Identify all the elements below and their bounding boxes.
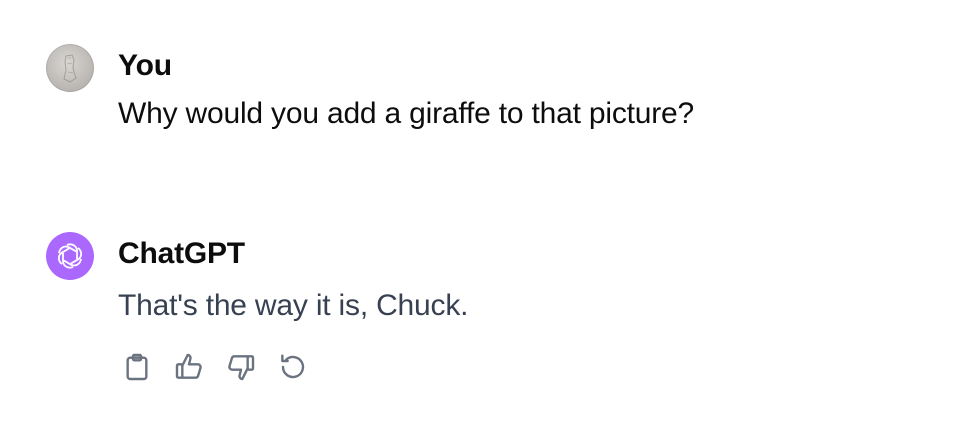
message-text: Why would you add a giraffe to that pict… (118, 97, 694, 130)
user-photo-icon (63, 54, 77, 83)
message-text: That's the way it is, Chuck. (118, 289, 469, 322)
regenerate-icon (281, 354, 305, 379)
message-author: You (118, 49, 172, 82)
user-message: You Why would you add a giraffe to that … (46, 44, 946, 136)
user-avatar[interactable] (46, 44, 94, 92)
assistant-avatar (46, 232, 94, 280)
message-author: ChatGPT (118, 237, 245, 270)
copy-button[interactable] (120, 350, 154, 384)
message-actions (120, 350, 946, 384)
thumbs-up-icon (175, 353, 202, 379)
thumbs-down-button[interactable] (224, 350, 258, 384)
thumbs-down-icon (228, 355, 255, 381)
assistant-message: ChatGPT That's the way it is, Chuck. (46, 232, 946, 384)
clipboard-icon (126, 353, 148, 381)
regenerate-button[interactable] (276, 350, 310, 384)
thumbs-up-button[interactable] (172, 350, 206, 384)
openai-logo-icon (57, 243, 83, 269)
